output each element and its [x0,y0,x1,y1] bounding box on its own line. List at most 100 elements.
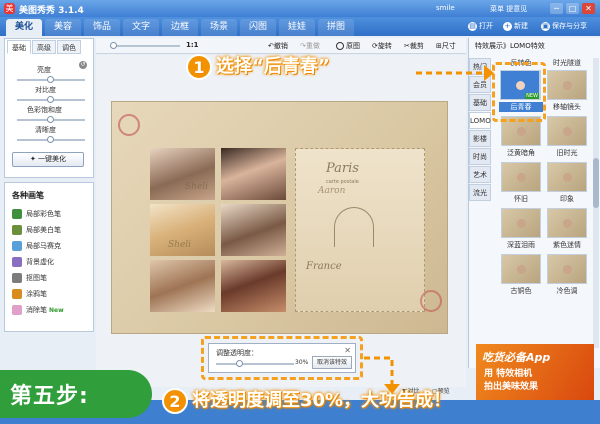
category-fashion[interactable]: 时尚 [469,148,491,165]
reset-icon[interactable]: ↺ [79,61,87,69]
whitening-brush-icon [12,225,22,235]
step-number: 1 [186,54,212,80]
brush-item[interactable]: 涂鸦笔 [12,289,47,299]
effect-thumbnail[interactable] [547,116,587,146]
highlight-selected-effect [492,62,546,122]
maximize-button[interactable]: □ [566,3,579,14]
brush-item[interactable]: 局部美白笔 [12,225,61,235]
overlay-signature: Sheli [168,240,192,250]
sharpness-knob[interactable] [47,136,54,143]
effects-scrollbar[interactable] [593,58,599,348]
step-banner: 第五步: [0,370,152,418]
effect-label: 泛黄暗角 [507,149,535,157]
effect-label: 怀旧 [514,195,528,203]
effect-thumbnail[interactable] [501,162,541,192]
original-button[interactable]: 原图 [336,41,360,51]
tab-frame[interactable]: 边框 [162,19,198,36]
opacity-dialog: 调整透明度： ✕ 30% 取消该特效 [208,343,356,373]
brush-label: 消除笔 [26,306,47,314]
brush-item[interactable]: 背景虚化 [12,257,54,267]
open-button[interactable]: ▤ 打开 [468,21,493,31]
brush-label: 局部美白笔 [26,226,61,234]
save-share-label: 保存与分享 [552,22,587,30]
category-lomo[interactable]: LOMO [469,112,491,129]
crop-button[interactable]: ✂裁剪 [404,41,424,51]
brush-panel: 各种画笔 局部彩色笔 局部美白笔 局部马赛克 背景虚化 抠图笔 涂鸦笔 消除笔 N… [4,182,94,332]
zoom-level[interactable]: 1:1 [186,41,199,49]
username[interactable]: smile [436,4,455,12]
effect-thumbnail[interactable] [547,254,587,284]
effect-thumbnail[interactable] [501,254,541,284]
tab-collage[interactable]: 拼图 [318,19,354,36]
effect-thumbnail[interactable] [547,70,587,100]
category-flowlight[interactable]: 流光 [469,184,491,201]
subtab-advanced[interactable]: 高级 [32,40,56,54]
brush-label: 涂鸦笔 [26,290,47,298]
tab-makeup[interactable]: 美容 [45,19,81,36]
eraser-icon [12,305,22,315]
saturation-slider[interactable] [17,116,85,123]
church-illustration [334,207,374,247]
promo-line: 拍出美味效果 [484,382,539,392]
original-label: 原图 [346,42,360,50]
tab-doll[interactable]: 娃娃 [279,19,315,36]
tab-scene[interactable]: 场景 [201,19,237,36]
postmark-seal [118,114,140,136]
crop-label: 裁剪 [409,42,424,50]
one-click-beautify-button[interactable]: ✦ 一键美化 [12,152,84,167]
opacity-knob[interactable] [236,360,244,367]
opacity-slider[interactable] [216,360,294,367]
promo-banner[interactable]: 吃货必备App 用 特效相机 拍出美味效果 [476,344,594,400]
redo-label: 重做 [305,42,320,50]
size-button[interactable]: ⊞尺寸 [436,41,456,51]
scroll-thumb[interactable] [593,158,599,208]
brightness-slider[interactable] [17,76,85,83]
saturation-knob[interactable] [47,116,54,123]
step-number: 2 [162,388,188,414]
sharpness-slider[interactable] [17,136,85,143]
contrast-knob[interactable] [47,96,54,103]
close-button[interactable]: ✕ [582,3,595,14]
original-icon [336,42,344,50]
brush-label: 局部彩色笔 [26,210,61,218]
effect-label: 时光隧道 [553,59,581,67]
stamp-subtitle: carte postale [326,179,359,185]
effects-breadcrumb: 特效展示》LOMO特效 [475,42,545,50]
brush-item[interactable]: 局部彩色笔 [12,209,61,219]
doodle-icon [12,289,22,299]
new-button[interactable]: + 新建 [503,21,528,31]
minimize-button[interactable]: ─ [550,3,563,14]
contrast-slider[interactable] [17,96,85,103]
arrow-to-dialog [364,356,400,394]
category-studio[interactable]: 影楼 [469,130,491,147]
brush-item[interactable]: 抠图笔 [12,273,47,283]
effect-thumbnail[interactable] [501,208,541,238]
postcard-stamp: Paris carte postale France [295,148,425,312]
title-bar: 美 美图秀秀 3.1.4 smile 菜单 提意见 ─ □ ✕ [0,0,600,17]
new-label: 新建 [514,22,528,30]
subtab-color[interactable]: 调色 [57,40,81,54]
brush-panel-title: 各种画笔 [12,191,44,200]
save-share-button[interactable]: ▣ 保存与分享 [541,21,587,31]
brush-item[interactable]: 消除笔 New [12,305,64,315]
effect-thumbnail[interactable] [547,162,587,192]
category-art[interactable]: 艺术 [469,166,491,183]
category-basic[interactable]: 基础 [469,94,491,111]
tab-flash[interactable]: 闪图 [240,19,276,36]
menu-links[interactable]: 菜单 提意见 [490,4,527,14]
brush-item[interactable]: 局部马赛克 [12,241,61,251]
subtab-basic[interactable]: 基础 [7,40,31,54]
brightness-knob[interactable] [47,76,54,83]
rotate-button[interactable]: ⟳旋转 [372,41,392,51]
tab-text[interactable]: 文字 [123,19,159,36]
cancel-effect-button[interactable]: 取消该特效 [312,356,352,369]
tab-beautify[interactable]: 美化 [6,19,42,36]
tab-accessories[interactable]: 饰品 [84,19,120,36]
zoom-slider[interactable] [110,42,180,49]
brush-label: 抠图笔 [26,274,47,282]
redo-button[interactable]: ↷重做 [300,41,320,51]
zoom-knob[interactable] [110,42,117,49]
effect-thumbnail[interactable] [547,208,587,238]
undo-button[interactable]: ↶撤销 [268,41,288,51]
dialog-close-icon[interactable]: ✕ [344,346,351,355]
